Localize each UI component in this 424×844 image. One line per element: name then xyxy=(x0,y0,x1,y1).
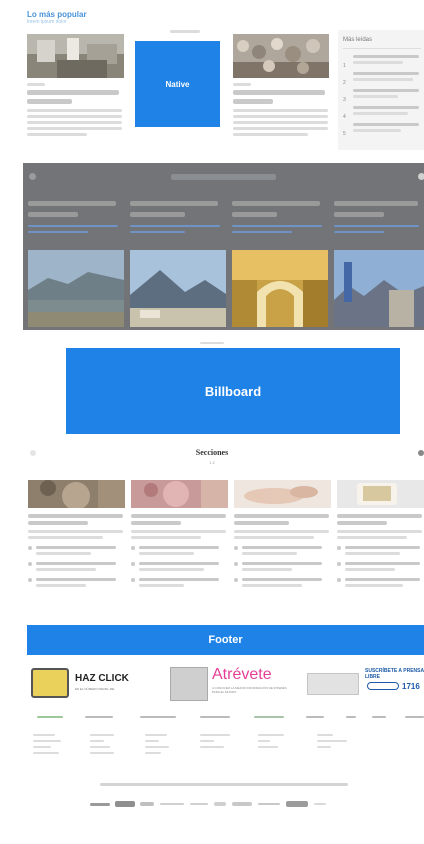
partner-logo[interactable] xyxy=(314,803,326,805)
most-read-panel: Más leídas 1 2 3 4 5 xyxy=(338,30,424,150)
carousel-item[interactable] xyxy=(28,201,124,331)
section-column[interactable] xyxy=(234,480,331,620)
footer-nav-row[interactable] xyxy=(100,783,348,786)
sections-block: Secciones 1 2 xyxy=(0,440,424,620)
footer-links xyxy=(0,712,424,772)
newspaper-stack-icon xyxy=(307,673,359,695)
section-column[interactable] xyxy=(337,480,424,620)
most-read-item[interactable]: 2 xyxy=(343,71,423,86)
carousel-image xyxy=(130,250,226,327)
phone-icon xyxy=(367,682,399,690)
promo-banner-suscribete[interactable]: SUSCRÍBETE A PRENSA LIBRE 1716 xyxy=(307,667,424,707)
billboard-ad[interactable]: Billboard xyxy=(66,348,400,434)
native-ad[interactable]: Native xyxy=(135,41,220,127)
most-read-item[interactable]: 4 xyxy=(343,105,423,120)
partner-logo[interactable] xyxy=(258,803,280,805)
article-image xyxy=(27,34,124,78)
article-image xyxy=(233,34,329,78)
carousel-next-icon[interactable] xyxy=(418,173,424,180)
partner-logo[interactable] xyxy=(286,801,308,807)
section-image xyxy=(337,480,424,508)
partner-logo[interactable] xyxy=(214,802,226,806)
most-read-item[interactable]: 3 xyxy=(343,88,423,103)
promo-click-sub: EN EL NÚMERO PERFIL.ME xyxy=(75,687,115,691)
promo-atrevete-title: Atrévete xyxy=(212,666,272,683)
promo-banner-atrevete[interactable]: Atrévete A CONOCER LA MEJOR INFORMACIÓN … xyxy=(170,664,296,706)
promo-suscribete-title: SUSCRÍBETE A PRENSA LIBRE xyxy=(365,668,424,680)
most-read-title: Más leídas xyxy=(343,37,373,43)
partner-logos xyxy=(90,798,380,812)
rank-number: 5 xyxy=(343,131,346,137)
promo-suscribete-phone: 1716 xyxy=(402,682,420,691)
popular-subtitle: lorem ipsum dolor xyxy=(27,19,67,25)
section-image xyxy=(234,480,331,508)
carousel-item[interactable] xyxy=(130,201,226,331)
promo-atrevete-sub: A CONOCER LA MEJOR INFORMACIÓN DE INTERÉ… xyxy=(212,686,287,694)
partner-logo[interactable] xyxy=(232,802,252,806)
footer-ad[interactable]: Footer xyxy=(27,625,424,655)
popular-article-1[interactable] xyxy=(27,34,124,154)
footer-label: Footer xyxy=(208,634,243,646)
sections-title: Secciones xyxy=(195,448,229,457)
rank-number: 2 xyxy=(343,80,346,86)
carousel-heading-bar xyxy=(171,174,276,180)
rank-number: 3 xyxy=(343,97,346,103)
section-image xyxy=(28,480,125,508)
section-column[interactable] xyxy=(131,480,228,620)
partner-logo[interactable] xyxy=(190,803,208,805)
section-column[interactable] xyxy=(28,480,125,620)
native-ad-label: Native xyxy=(165,79,190,89)
section-image xyxy=(131,480,228,508)
billboard-label: Billboard xyxy=(204,383,262,399)
promo-click-title: HAZ CLICK xyxy=(75,673,129,684)
promo-banner-click[interactable]: HAZ CLICK EN EL NÚMERO PERFIL.ME xyxy=(31,665,149,703)
video-carousel xyxy=(23,163,424,330)
newspaper-icon xyxy=(170,667,208,701)
partner-logo[interactable] xyxy=(115,801,135,807)
sections-pagination: 1 2 xyxy=(209,460,215,465)
carousel-image xyxy=(28,250,124,327)
most-read-item[interactable]: 5 xyxy=(343,122,423,137)
partner-logo[interactable] xyxy=(140,802,154,806)
carousel-prev-icon[interactable] xyxy=(29,173,36,180)
partner-logo[interactable] xyxy=(160,803,184,805)
partner-logo[interactable] xyxy=(90,803,110,806)
carousel-image xyxy=(334,250,424,327)
rank-number: 4 xyxy=(343,114,346,120)
popular-title: Lo más popular xyxy=(27,10,87,19)
popular-section: Lo más popular lorem ipsum dolor Native xyxy=(0,0,424,150)
carousel-item[interactable] xyxy=(334,201,424,331)
carousel-image xyxy=(232,250,328,327)
tablet-icon xyxy=(31,668,69,698)
popular-article-2[interactable] xyxy=(233,34,330,154)
carousel-item[interactable] xyxy=(232,201,328,331)
rank-number: 1 xyxy=(343,63,346,69)
most-read-item[interactable]: 1 xyxy=(343,54,423,69)
